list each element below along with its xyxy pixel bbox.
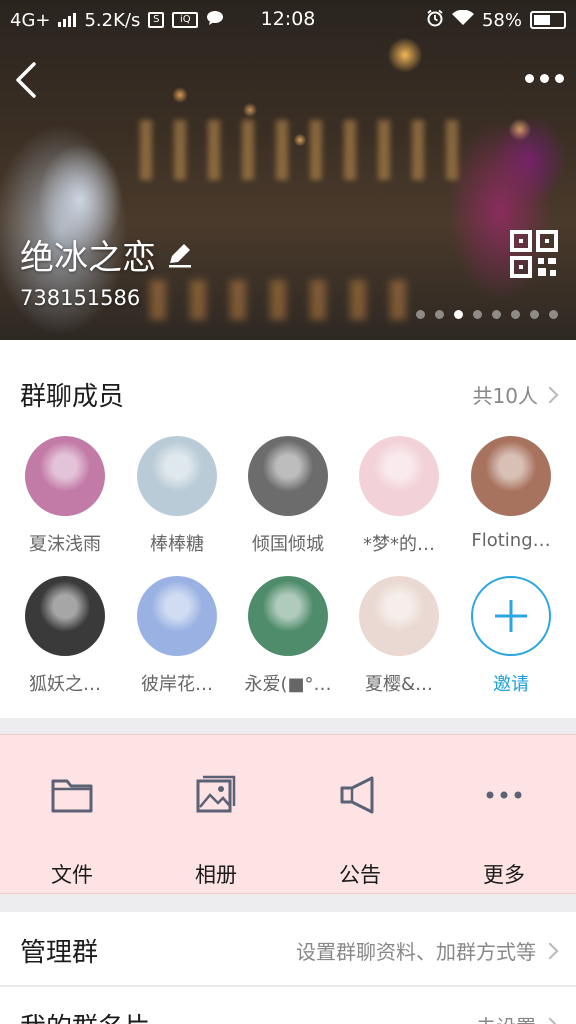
group-id: 738151586 [20, 286, 141, 310]
my-group-card-row[interactable]: 我的群名片 未设置 [0, 987, 576, 1024]
members-title: 群聊成员 [20, 382, 125, 412]
members-count: 共10人 [472, 384, 538, 408]
action-label: 公告 [339, 863, 381, 887]
avatar [248, 436, 328, 516]
network-speed: 5.2K/s [84, 9, 141, 31]
avatar [248, 576, 328, 656]
avatar [25, 576, 105, 656]
network-type: 4G+ [10, 9, 51, 31]
member-name: 狐妖之… [29, 674, 101, 695]
page-dot [549, 310, 558, 319]
row-label: 管理群 [20, 938, 99, 968]
member-name: *梦*的… [363, 534, 435, 555]
chevron-right-icon [541, 1017, 559, 1024]
member-item[interactable]: 倾国倾城 [232, 436, 344, 556]
action-announcement[interactable]: 公告 [288, 773, 432, 889]
members-count-link[interactable]: 共10人 [472, 380, 559, 409]
banner-lights-lower [150, 280, 430, 320]
battery-percent: 58% [481, 9, 522, 31]
members-section: 群聊成员 共10人 夏沫浅雨 棒棒糖 倾国倾城 *梦*的… Floting… 狐妖之… 彼岸… [0, 340, 576, 718]
action-label: 相册 [195, 863, 237, 887]
more-dots-icon [486, 791, 522, 799]
quick-actions: 文件 相册 公告 更多 [0, 734, 576, 894]
s-app-icon: S [148, 12, 165, 28]
wifi-icon [451, 9, 474, 31]
qr-code-button[interactable] [510, 230, 558, 278]
chat-bubble-icon [206, 10, 224, 31]
back-button[interactable] [10, 58, 46, 102]
page-dot [435, 310, 444, 319]
more-menu-button[interactable] [514, 66, 564, 90]
member-item[interactable]: 棒棒糖 [121, 436, 233, 556]
chevron-left-icon [16, 62, 36, 98]
alarm-icon [426, 9, 444, 32]
member-name: 棒棒糖 [150, 534, 204, 555]
action-album[interactable]: 相册 [144, 773, 288, 889]
avatar [359, 576, 439, 656]
edit-pencil-icon[interactable] [166, 241, 194, 269]
action-more[interactable]: 更多 [432, 773, 576, 889]
battery-icon [530, 11, 566, 29]
invite-label: 邀请 [493, 674, 529, 695]
avatar [25, 436, 105, 516]
avatar [359, 436, 439, 516]
avatar [137, 436, 217, 516]
member-item[interactable]: 永爱(■°… [232, 576, 344, 696]
folder-icon [51, 779, 93, 813]
row-value: 未设置 [476, 1011, 536, 1024]
qr-code-icon [510, 230, 558, 278]
action-label: 更多 [483, 863, 525, 887]
chevron-right-icon [541, 386, 559, 403]
page-dot [454, 310, 463, 319]
page-dot [473, 310, 482, 319]
megaphone-icon [340, 776, 374, 814]
member-name: 永爱(■°… [244, 674, 332, 695]
member-item[interactable]: *梦*的… [343, 436, 455, 556]
page-dot [511, 310, 520, 319]
banner-page-indicator [416, 310, 558, 319]
member-item[interactable]: 夏樱&… [343, 576, 455, 696]
member-item[interactable]: 狐妖之… [9, 576, 121, 696]
member-name: 夏樱&… [364, 674, 434, 695]
page-dot [492, 310, 501, 319]
banner-lights [140, 120, 460, 180]
member-item[interactable]: 夏沫浅雨 [9, 436, 121, 556]
plus-icon [471, 576, 551, 656]
chevron-right-icon [541, 942, 559, 959]
member-item[interactable]: Floting… [455, 436, 567, 551]
page-dot [530, 310, 539, 319]
invite-member-button[interactable]: 邀请 [455, 576, 567, 696]
signal-icon [58, 13, 77, 27]
status-bar: 4G+ 5.2K/s S iQ 12:08 58% [0, 0, 576, 40]
member-name: 夏沫浅雨 [29, 534, 101, 555]
member-name: 彼岸花… [141, 674, 213, 695]
page-dot [416, 310, 425, 319]
avatar [471, 436, 551, 516]
avatar [137, 576, 217, 656]
row-value: 设置群聊资料、加群方式等 [296, 940, 536, 964]
manage-group-row[interactable]: 管理群 设置群聊资料、加群方式等 [0, 912, 576, 986]
member-name: Floting… [471, 530, 551, 551]
group-name: 绝冰之恋 [20, 238, 156, 278]
group-name-area[interactable]: 绝冰之恋 [20, 230, 194, 279]
row-label: 我的群名片 [20, 1007, 150, 1024]
action-files[interactable]: 文件 [0, 773, 144, 889]
action-label: 文件 [51, 863, 93, 887]
album-icon [196, 775, 236, 813]
member-name: 倾国倾城 [252, 534, 324, 555]
member-item[interactable]: 彼岸花… [121, 576, 233, 696]
iqiyi-icon: iQ [172, 12, 199, 28]
